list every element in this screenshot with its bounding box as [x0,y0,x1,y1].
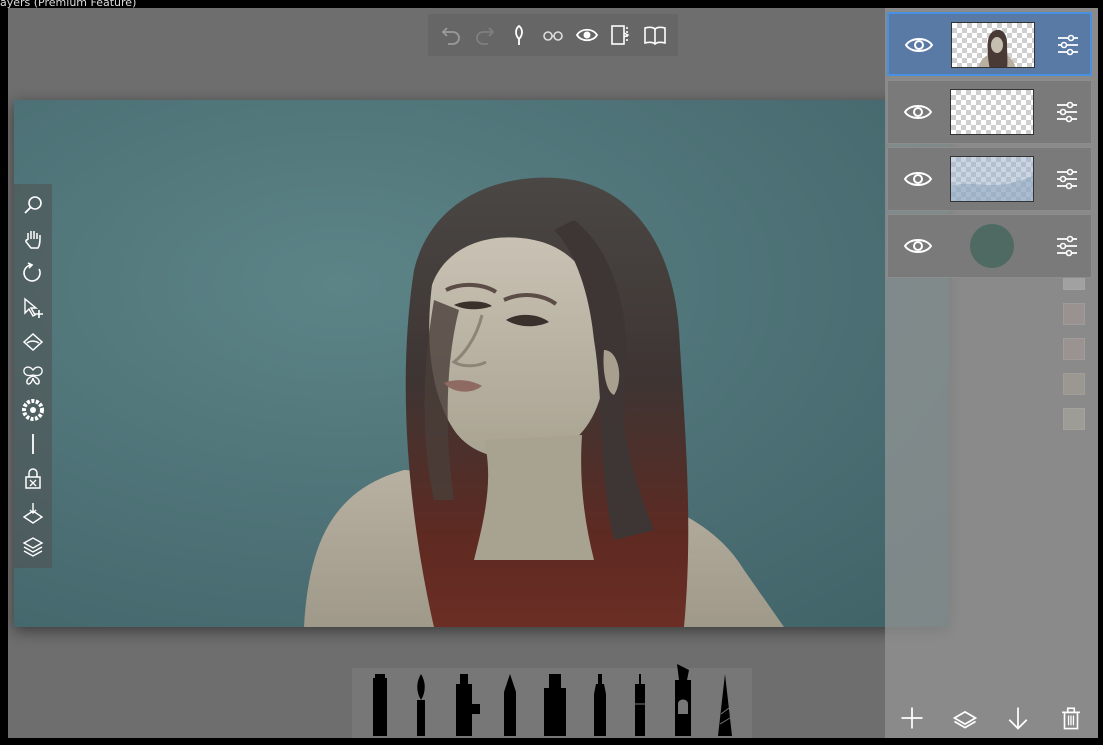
brush-selector [352,664,752,738]
color-fill-thumbnail [970,224,1014,268]
layer-row[interactable] [887,80,1092,144]
layers-panel [885,8,1098,738]
airbrush-brush-icon[interactable] [451,674,481,736]
undo-icon[interactable] [438,22,464,48]
visibility-eye-icon[interactable] [902,233,934,259]
ink-pen-brush-icon[interactable] [670,664,696,736]
redo-icon[interactable] [472,22,498,48]
layer-row[interactable] [887,12,1092,76]
sharp-pencil-brush-icon[interactable] [715,674,735,736]
merge-down-icon[interactable] [19,499,47,527]
visibility-eye-icon[interactable] [903,32,935,58]
lock-layer-icon[interactable] [19,464,47,492]
fine-liner-brush-icon[interactable] [589,674,611,736]
layer-settings-icon[interactable] [1054,166,1080,192]
layers-icon[interactable] [19,533,47,561]
butterfly-symmetry-icon[interactable] [19,362,47,390]
glasses-icon[interactable] [540,22,566,48]
eye-icon[interactable] [574,22,600,48]
rotate-icon[interactable] [19,259,47,287]
layer-thumbnail [951,22,1035,68]
thick-marker-brush-icon[interactable] [540,674,570,736]
layer-settings-icon[interactable] [1055,32,1081,58]
layer-thumbnail [950,223,1034,269]
visibility-eye-icon[interactable] [902,99,934,125]
layer-settings-icon[interactable] [1054,99,1080,125]
app-window [8,8,1098,738]
layer-row[interactable] [887,147,1092,211]
add-layer-icon[interactable] [896,702,928,734]
magnifier-icon[interactable] [19,191,47,219]
layer-settings-icon[interactable] [1054,233,1080,259]
drawing-canvas[interactable] [14,100,949,627]
fill-bucket-icon[interactable] [19,328,47,356]
layer-thumbnail [950,89,1034,135]
layer-thumbnail [950,156,1034,202]
move-down-icon[interactable] [1002,702,1034,734]
reference-panel-icon[interactable] [608,22,634,48]
left-toolbar [14,184,52,568]
line-icon[interactable] [19,430,47,458]
window-title: ayers (Premium Feature) [0,0,137,8]
wash-thumbnail [951,157,1033,201]
pen-nib-icon[interactable] [506,22,532,48]
marker-brush-icon[interactable] [369,674,391,736]
trash-icon[interactable] [1055,702,1087,734]
color-wheel-icon[interactable] [19,396,47,424]
layer-actions-bar [885,698,1098,738]
portrait-thumbnail [978,29,1016,67]
hand-icon[interactable] [19,225,47,253]
book-icon[interactable] [642,22,668,48]
select-move-icon[interactable] [19,294,47,322]
pencil-brush-icon[interactable] [499,674,521,736]
visibility-eye-icon[interactable] [902,166,934,192]
round-brush-icon[interactable] [410,674,432,736]
layer-row[interactable] [887,214,1092,278]
top-toolbar [428,14,678,56]
portrait-painting [304,177,784,627]
duplicate-layer-icon[interactable] [949,702,981,734]
technical-pen-brush-icon[interactable] [629,674,651,736]
